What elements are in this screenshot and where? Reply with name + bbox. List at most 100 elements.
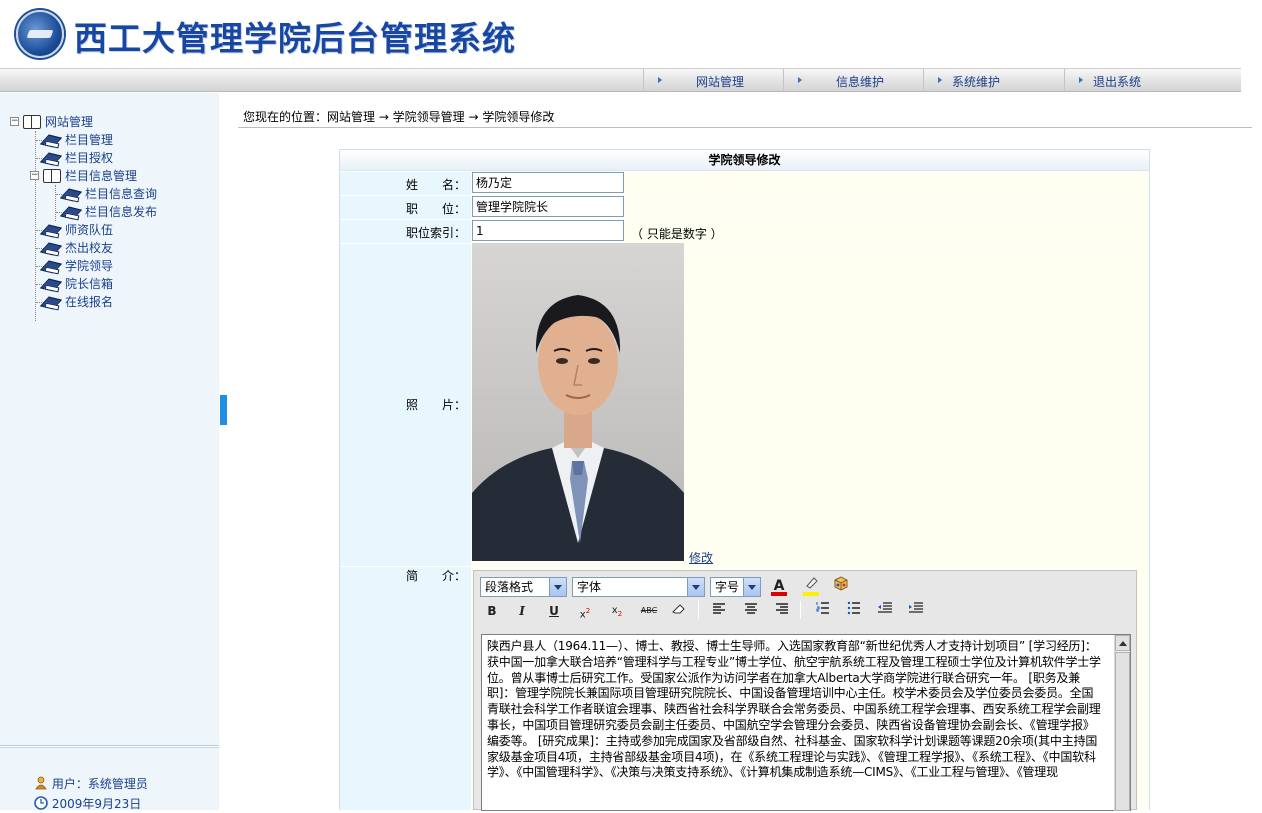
user-info: 用户：系统管理员 bbox=[34, 775, 148, 792]
highlight-icon[interactable] bbox=[801, 576, 821, 596]
book-icon bbox=[42, 295, 59, 308]
leader-photo bbox=[472, 243, 684, 561]
form-heading: 学院领导修改 bbox=[340, 150, 1149, 171]
intro-text: 陕西户县人（1964.11—）、博士、教授、博士生导师。入选国家教育部“新世纪优… bbox=[487, 639, 1101, 780]
nav-system-maintenance[interactable]: 系统维护 bbox=[923, 69, 1064, 92]
position-label: 职 位： bbox=[406, 202, 467, 216]
strikethrough-icon[interactable]: ABC bbox=[637, 601, 661, 621]
tree-label: 院长信箱 bbox=[65, 277, 114, 291]
subscript-icon[interactable]: x2 bbox=[607, 601, 627, 621]
user-icon bbox=[34, 776, 48, 790]
intro-label-cell: 简 介： bbox=[340, 567, 471, 811]
italic-icon[interactable]: I bbox=[512, 601, 532, 621]
tree-label: 杰出校友 bbox=[65, 241, 114, 255]
select-value: 字号 bbox=[715, 580, 740, 594]
chevron-down-icon bbox=[743, 578, 760, 596]
date-label: 2009年9月23日 bbox=[51, 797, 142, 811]
eraser-icon[interactable] bbox=[669, 601, 689, 621]
book-icon bbox=[62, 187, 79, 200]
align-left-icon[interactable] bbox=[709, 601, 729, 621]
ordered-list-icon[interactable] bbox=[813, 601, 833, 621]
app-title: 西工大管理学院后台管理系统 bbox=[74, 19, 516, 58]
clock-icon bbox=[34, 796, 48, 810]
paragraph-format-select[interactable]: 段落格式 bbox=[480, 577, 567, 597]
font-color-icon[interactable]: A bbox=[769, 576, 789, 596]
nav-logout[interactable]: 退出系统 bbox=[1064, 69, 1241, 92]
tree-label: 师资队伍 bbox=[65, 223, 114, 237]
tree-label: 栏目信息查询 bbox=[85, 187, 158, 201]
photo-label-cell: 照 片： bbox=[340, 244, 471, 567]
logo bbox=[16, 10, 64, 58]
tree-label: 栏目信息发布 bbox=[85, 205, 158, 219]
nav-arrow-icon bbox=[658, 77, 662, 83]
editor-content-area[interactable]: 陕西户县人（1964.11—）、博士、教授、博士生导师。入选国家教育部“新世纪优… bbox=[481, 634, 1131, 811]
index-label: 职位索引： bbox=[406, 226, 467, 240]
nav-label: 系统维护 bbox=[952, 75, 1001, 89]
position-index-input[interactable] bbox=[472, 220, 624, 241]
chevron-down-icon bbox=[687, 578, 704, 596]
book-icon bbox=[42, 133, 59, 146]
intro-label: 简 介： bbox=[406, 569, 467, 583]
scroll-up-icon[interactable] bbox=[1115, 635, 1130, 651]
tree-label: 栏目信息管理 bbox=[65, 169, 138, 183]
align-center-icon[interactable] bbox=[741, 601, 761, 621]
toolbar-separator bbox=[800, 601, 801, 619]
breadcrumb-divider bbox=[238, 127, 1252, 128]
position-input[interactable] bbox=[472, 196, 624, 217]
photo-label: 照 片： bbox=[406, 398, 467, 412]
tree-label: 网站管理 bbox=[45, 115, 94, 129]
nav-label: 退出系统 bbox=[1093, 75, 1142, 89]
nav-label: 网站管理 bbox=[696, 75, 745, 89]
select-value: 段落格式 bbox=[485, 580, 534, 594]
book-icon bbox=[42, 241, 59, 254]
font-size-select[interactable]: 字号 bbox=[710, 577, 761, 597]
rich-text-editor: 段落格式 字体 字号 A B I U x2 x2 ABC 陕西户县人（1964.… bbox=[473, 570, 1137, 811]
bold-icon[interactable]: B bbox=[482, 601, 502, 621]
header: 西工大管理学院后台管理系统 bbox=[0, 0, 1262, 68]
open-book-icon bbox=[43, 168, 61, 183]
index-label-cell: 职位索引： bbox=[340, 220, 471, 244]
book-icon bbox=[62, 205, 79, 218]
splitter-grip[interactable] bbox=[220, 395, 227, 425]
select-value: 字体 bbox=[577, 580, 602, 594]
nav-info-maintenance[interactable]: 信息维护 bbox=[783, 69, 923, 92]
position-label-cell: 职 位： bbox=[340, 196, 471, 220]
user-label: 用户：系统管理员 bbox=[51, 777, 148, 791]
scrollbar-thumb[interactable] bbox=[1115, 652, 1130, 811]
nav-arrow-icon bbox=[1079, 77, 1083, 83]
open-book-icon bbox=[23, 114, 41, 129]
date-info: 2009年9月23日 bbox=[34, 795, 141, 812]
name-input[interactable] bbox=[472, 172, 624, 193]
align-right-icon[interactable] bbox=[772, 601, 792, 621]
sidebar-splitter[interactable] bbox=[219, 93, 228, 810]
unordered-list-icon[interactable] bbox=[844, 601, 864, 621]
indent-icon[interactable] bbox=[906, 601, 926, 621]
chevron-down-icon bbox=[549, 578, 566, 596]
nav-arrow-icon bbox=[938, 77, 942, 83]
collapse-icon[interactable]: − bbox=[10, 117, 19, 126]
toolbar-separator bbox=[698, 601, 699, 619]
tree-label: 栏目管理 bbox=[65, 133, 114, 147]
book-icon bbox=[42, 151, 59, 164]
book-icon bbox=[42, 277, 59, 290]
change-photo-link[interactable]: 修改 bbox=[689, 549, 713, 566]
outdent-icon[interactable] bbox=[875, 601, 895, 621]
book-icon bbox=[42, 259, 59, 272]
collapse-icon[interactable]: − bbox=[30, 171, 39, 180]
index-hint: （ 只能是数字 ） bbox=[631, 227, 723, 241]
nav-arrow-icon bbox=[798, 77, 802, 83]
book-icon bbox=[42, 223, 59, 236]
top-nav: 网站管理 信息维护 系统维护 退出系统 bbox=[0, 68, 1241, 92]
sidebar-footer: 用户：系统管理员 2009年9月23日 bbox=[0, 747, 219, 812]
tree-label: 学院领导 bbox=[65, 259, 114, 273]
vertical-scrollbar[interactable] bbox=[1114, 635, 1130, 811]
insert-object-icon[interactable] bbox=[831, 576, 851, 596]
name-label-cell: 姓 名： bbox=[340, 172, 471, 196]
superscript-icon[interactable]: x2 bbox=[575, 601, 595, 621]
font-select[interactable]: 字体 bbox=[572, 577, 705, 597]
sidebar: − 网站管理 栏目管理 栏目授权 − 栏目信息管理 栏目信息查询 栏目信息发布 … bbox=[0, 93, 219, 810]
breadcrumb: 您现在的位置：网站管理 → 学院领导管理 → 学院领导修改 bbox=[243, 110, 555, 124]
underline-icon[interactable]: U bbox=[544, 601, 564, 621]
nav-site-management[interactable]: 网站管理 bbox=[643, 69, 783, 92]
nav-label: 信息维护 bbox=[836, 75, 885, 89]
